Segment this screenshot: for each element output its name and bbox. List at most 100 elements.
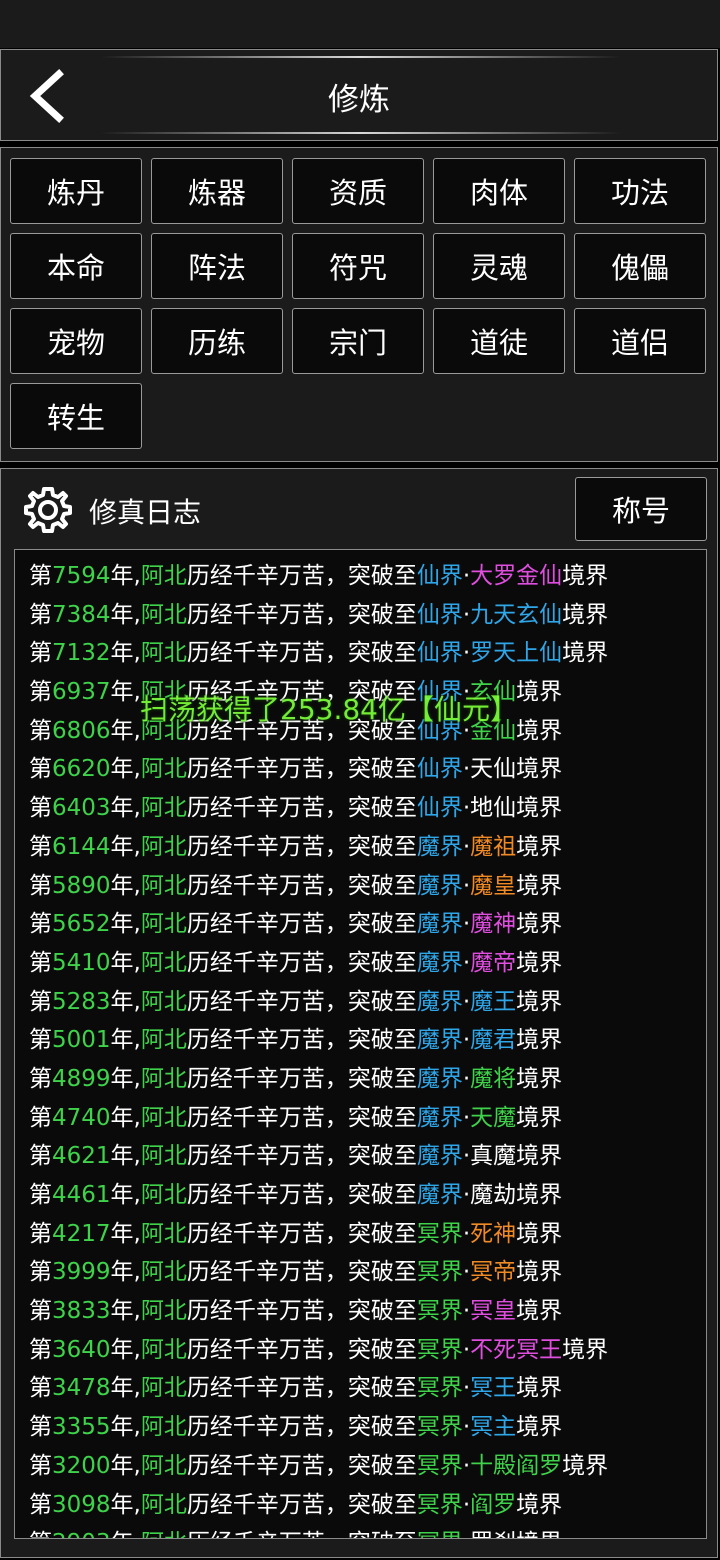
gear-icon[interactable]: [23, 485, 73, 535]
log-entry: 第4621年,阿北历经千辛万苦，突破至魔界·真魔境界: [29, 1137, 706, 1176]
log-action: 历经千辛万苦，突破至: [186, 1027, 417, 1054]
log-year: 3999: [52, 1259, 111, 1286]
log-suffix: 境界: [516, 1298, 563, 1325]
log-suffix: 境界: [516, 988, 563, 1015]
menu-button-8[interactable]: 灵魂: [433, 233, 565, 299]
log-stage: 魔王: [470, 988, 517, 1015]
log-action: 历经千辛万苦，突破至: [186, 833, 417, 860]
log-suffix: 境界: [516, 679, 563, 706]
menu-button-1[interactable]: 炼器: [151, 158, 283, 224]
log-suffix: 境界: [516, 1220, 563, 1247]
log-stage: 罗刹: [470, 1530, 516, 1538]
log-suffix: 境界: [516, 1530, 562, 1538]
log-entry: 第4740年,阿北历经千辛万苦，突破至魔界·天魔境界: [29, 1099, 706, 1138]
log-year: 7594: [52, 563, 111, 589]
log-prefix: 第: [29, 1259, 52, 1286]
log-realm: 冥界: [416, 1298, 463, 1325]
menu-button-9[interactable]: 傀儡: [574, 233, 706, 299]
menu-button-7[interactable]: 符咒: [292, 233, 424, 299]
log-action: 历经千辛万苦，突破至: [186, 1182, 417, 1208]
log-realm: 仙界: [416, 601, 463, 628]
log-stage: 阎罗: [470, 1491, 517, 1518]
log-year-unit: 年,: [110, 1452, 141, 1479]
log-suffix: 境界: [562, 601, 609, 628]
menu-button-2[interactable]: 资质: [292, 158, 424, 224]
log-name: 阿北: [140, 1491, 187, 1518]
log-year-unit: 年,: [110, 563, 141, 589]
status-bar: [0, 0, 720, 48]
log-action: 历经千辛万苦，突破至: [186, 1414, 417, 1441]
log-name: 阿北: [140, 1065, 187, 1092]
log-stage: 大罗金仙: [470, 563, 563, 589]
menu-button-14[interactable]: 道侣: [574, 308, 706, 374]
log-realm: 魔界: [416, 1143, 463, 1170]
log-year-unit: 年,: [110, 988, 141, 1015]
log-prefix: 第: [29, 679, 52, 706]
log-year-unit: 年,: [110, 833, 141, 860]
menu-button-12[interactable]: 宗门: [292, 308, 424, 374]
log-prefix: 第: [29, 640, 52, 667]
log-realm: 仙界: [416, 756, 463, 783]
header-bar: 修炼: [0, 49, 718, 141]
log-realm: 魔界: [416, 1104, 463, 1131]
log-name: 阿北: [140, 1414, 187, 1441]
menu-button-10[interactable]: 宠物: [10, 308, 142, 374]
log-year: 3478: [52, 1375, 111, 1402]
log-suffix: 境界: [516, 1182, 563, 1208]
log-stage: 天魔: [470, 1104, 517, 1131]
menu-button-15[interactable]: 转生: [10, 383, 142, 449]
log-stage: 真魔: [470, 1143, 517, 1170]
log-realm: 仙界: [416, 563, 463, 589]
log-action: 历经千辛万苦，突破至: [186, 795, 417, 822]
log-realm: 冥界: [416, 1336, 463, 1363]
log-suffix: 境界: [516, 1104, 563, 1131]
log-entry: 第3640年,阿北历经千辛万苦，突破至冥界·不死冥王境界: [29, 1331, 706, 1370]
log-entry: 第5283年,阿北历经千辛万苦，突破至魔界·魔王境界: [29, 983, 706, 1022]
log-realm: 魔界: [416, 911, 463, 938]
log-action: 历经千辛万苦，突破至: [186, 872, 417, 899]
log-year: 3200: [52, 1452, 111, 1479]
log-prefix: 第: [29, 601, 52, 628]
log-year-unit: 年,: [110, 1375, 141, 1402]
log-name: 阿北: [140, 1220, 187, 1247]
menu-button-3[interactable]: 肉体: [433, 158, 565, 224]
log-suffix: 境界: [516, 1027, 563, 1054]
log-realm: 冥界: [416, 1220, 463, 1247]
log-year: 4740: [52, 1104, 111, 1131]
menu-button-13[interactable]: 道徒: [433, 308, 565, 374]
log-year-unit: 年,: [110, 1182, 141, 1208]
log-prefix: 第: [29, 1065, 52, 1092]
log-year: 6403: [52, 795, 111, 822]
menu-button-6[interactable]: 阵法: [151, 233, 283, 299]
log-suffix: 境界: [516, 1375, 563, 1402]
log-entry: 第6144年,阿北历经千辛万苦，突破至魔界·魔祖境界: [29, 828, 706, 867]
log-suffix: 境界: [516, 911, 563, 938]
reward-toast: 扫荡获得了253.84亿【仙元】: [140, 693, 518, 726]
log-action: 历经千辛万苦，突破至: [186, 1220, 417, 1247]
log-year-unit: 年,: [110, 911, 141, 938]
log-year-unit: 年,: [110, 872, 141, 899]
log-name: 阿北: [140, 1143, 187, 1170]
log-name: 阿北: [140, 872, 187, 899]
log-realm: 仙界: [416, 640, 463, 667]
log-prefix: 第: [29, 795, 52, 822]
log-suffix: 境界: [562, 1336, 609, 1363]
log-prefix: 第: [29, 833, 52, 860]
menu-button-0[interactable]: 炼丹: [10, 158, 142, 224]
menu-button-4[interactable]: 功法: [574, 158, 706, 224]
menu-button-5[interactable]: 本命: [10, 233, 142, 299]
title-button[interactable]: 称号: [575, 477, 707, 541]
log-stage: 冥主: [470, 1414, 517, 1441]
log-year: 4621: [52, 1143, 111, 1170]
log-realm: 魔界: [416, 833, 463, 860]
log-stage: 罗天上仙: [470, 640, 563, 667]
menu-button-11[interactable]: 历练: [151, 308, 283, 374]
log-prefix: 第: [29, 1027, 52, 1054]
log-name: 阿北: [140, 911, 187, 938]
cultivation-menu-panel: 炼丹 炼器 资质 肉体 功法本命 阵法 符咒 灵魂 傀儡宠物 历练 宗门 道徒 道侣转生: [0, 147, 718, 462]
log-stage: 九天玄仙: [470, 601, 563, 628]
log-stage: 冥皇: [470, 1298, 517, 1325]
log-prefix: 第: [29, 1104, 52, 1131]
log-prefix: 第: [29, 911, 52, 938]
log-year: 4899: [52, 1065, 111, 1092]
